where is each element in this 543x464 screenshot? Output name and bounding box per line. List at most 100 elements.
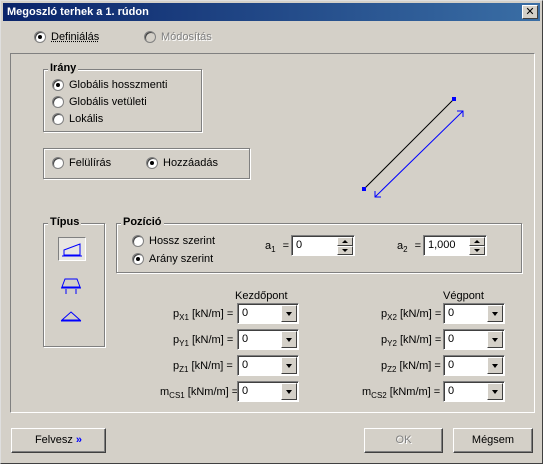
px1-label: pX1 [kN/m] = bbox=[173, 308, 234, 322]
py1-dropdown-button[interactable] bbox=[281, 331, 297, 348]
px1-subscript: X1 bbox=[179, 313, 189, 322]
bar-line bbox=[363, 98, 455, 190]
block-load-icon bbox=[61, 278, 81, 294]
mcs1-label: mCS1 [kNm/m] = bbox=[160, 386, 239, 400]
type-trapezoid-button[interactable] bbox=[58, 237, 86, 261]
px2-value: 0 bbox=[448, 307, 455, 319]
start-header: Kezdőpont bbox=[235, 290, 288, 302]
direction-group-title: Irány bbox=[48, 62, 79, 74]
a1-subscript: 1 bbox=[271, 245, 276, 254]
mcs2-symbol: m bbox=[362, 386, 372, 398]
py2-label: pY2 [kN/m] = bbox=[381, 334, 442, 348]
radio-by-ratio-indicator bbox=[132, 253, 144, 265]
radio-global-longitudinal-label: Globális hosszmenti bbox=[69, 79, 168, 91]
radio-modify[interactable]: Módosítás bbox=[144, 31, 212, 43]
radio-by-ratio[interactable]: Arány szerint bbox=[132, 253, 213, 265]
px2-label: pX2 [kN/m] = bbox=[381, 308, 441, 322]
mcs2-subscript: CS2 bbox=[371, 391, 387, 400]
radio-modify-label: Módosítás bbox=[161, 31, 212, 43]
a2-spinbox[interactable]: 1,000 bbox=[423, 235, 487, 256]
radio-modify-indicator bbox=[144, 31, 156, 43]
ok-button[interactable]: OK bbox=[364, 428, 443, 453]
pz1-subscript: Z1 bbox=[179, 365, 189, 374]
px2-dropdown-button[interactable] bbox=[487, 305, 503, 322]
pz1-unit: [kN/m] = bbox=[191, 360, 233, 372]
py1-subscript: Y1 bbox=[179, 339, 189, 348]
radio-global-projected[interactable]: Globális vetületi bbox=[52, 96, 147, 108]
radio-define[interactable]: Definiálás bbox=[34, 31, 99, 43]
mcs1-value: 0 bbox=[242, 385, 249, 397]
px1-dropdown-button[interactable] bbox=[281, 305, 297, 322]
felvesz-button[interactable]: Felvesz » bbox=[11, 428, 106, 453]
a1-spin-down[interactable] bbox=[337, 246, 353, 255]
end-header: Végpont bbox=[443, 290, 484, 302]
px1-combo[interactable]: 0 bbox=[237, 303, 299, 324]
radio-local-label: Lokális bbox=[69, 113, 104, 125]
pz1-dropdown-button[interactable] bbox=[281, 357, 297, 374]
mcs2-dropdown-button[interactable] bbox=[487, 383, 503, 400]
px2-combo[interactable]: 0 bbox=[443, 303, 505, 324]
load-direction-preview bbox=[362, 97, 464, 198]
bar-start-node bbox=[362, 187, 366, 191]
radio-by-length[interactable]: Hossz szerint bbox=[132, 235, 215, 247]
radio-add-indicator bbox=[146, 157, 158, 169]
double-chevron-icon: » bbox=[75, 434, 83, 446]
pz1-combo[interactable]: 0 bbox=[237, 355, 299, 376]
mcs1-combo[interactable]: 0 bbox=[237, 381, 299, 402]
radio-define-label: Definiálás bbox=[51, 31, 100, 43]
a1-value: 0 bbox=[296, 239, 303, 251]
pz2-label: pZ2 [kN/m] = bbox=[381, 360, 441, 374]
position-group-title: Pozíció bbox=[121, 216, 164, 228]
radio-add[interactable]: Hozzáadás bbox=[146, 157, 218, 169]
cancel-button[interactable]: Mégsem bbox=[453, 428, 533, 453]
pz2-subscript: Z2 bbox=[387, 365, 397, 374]
radio-overwrite-indicator bbox=[52, 157, 64, 169]
a2-label: a2 = bbox=[397, 240, 422, 254]
mcs1-unit: [kNm/m] = bbox=[187, 386, 239, 398]
mcs2-label: mCS2 [kNm/m] = bbox=[362, 386, 440, 400]
a2-value: 1,000 bbox=[428, 239, 456, 251]
radio-by-length-label: Hossz szerint bbox=[149, 235, 216, 247]
type-triangle-button[interactable] bbox=[58, 307, 86, 331]
px1-value: 0 bbox=[242, 307, 249, 319]
radio-overwrite[interactable]: Felülírás bbox=[52, 157, 111, 169]
a1-label: a1 = bbox=[265, 240, 290, 254]
pz2-unit: [kN/m] = bbox=[399, 360, 441, 372]
type-block-button[interactable] bbox=[58, 273, 86, 297]
pz1-value: 0 bbox=[242, 359, 249, 371]
radio-by-length-indicator bbox=[132, 235, 144, 247]
a1-spin-up[interactable] bbox=[337, 237, 353, 246]
mcs1-dropdown-button[interactable] bbox=[281, 383, 297, 400]
type-group-title: Típus bbox=[48, 216, 82, 228]
py1-unit: [kN/m] = bbox=[191, 334, 234, 346]
py2-subscript: Y2 bbox=[387, 339, 397, 348]
py2-combo[interactable]: 0 bbox=[443, 329, 505, 350]
radio-define-indicator bbox=[34, 31, 46, 43]
py2-unit: [kN/m] = bbox=[399, 334, 442, 346]
a2-spin-up[interactable] bbox=[469, 237, 485, 246]
a2-spin-down[interactable] bbox=[469, 246, 485, 255]
pz1-label: pZ1 [kN/m] = bbox=[173, 360, 233, 374]
radio-overwrite-label: Felülírás bbox=[69, 157, 112, 169]
px1-unit: [kN/m] = bbox=[191, 308, 234, 320]
pz2-combo[interactable]: 0 bbox=[443, 355, 505, 376]
radio-global-longitudinal[interactable]: Globális hosszmenti bbox=[52, 79, 167, 91]
trapezoid-load-icon bbox=[62, 243, 82, 257]
radio-local[interactable]: Lokális bbox=[52, 113, 103, 125]
title-bar: Megoszló terhek a 1. rúdon ✕ bbox=[3, 3, 540, 21]
py1-combo[interactable]: 0 bbox=[237, 329, 299, 350]
mcs2-value: 0 bbox=[448, 385, 455, 397]
py1-value: 0 bbox=[242, 333, 249, 345]
a2-subscript: 2 bbox=[403, 245, 408, 254]
radio-add-label: Hozzáadás bbox=[163, 157, 219, 169]
mcs1-subscript: CS1 bbox=[169, 391, 185, 400]
pz2-value: 0 bbox=[448, 359, 455, 371]
a1-spinbox[interactable]: 0 bbox=[291, 235, 355, 256]
py2-dropdown-button[interactable] bbox=[487, 331, 503, 348]
direction-arrow-line bbox=[374, 110, 464, 198]
py1-label: pY1 [kN/m] = bbox=[173, 334, 234, 348]
close-button[interactable]: ✕ bbox=[522, 5, 538, 19]
pz2-dropdown-button[interactable] bbox=[487, 357, 503, 374]
window-title: Megoszló terhek a 1. rúdon bbox=[7, 6, 149, 18]
mcs2-combo[interactable]: 0 bbox=[443, 381, 505, 402]
